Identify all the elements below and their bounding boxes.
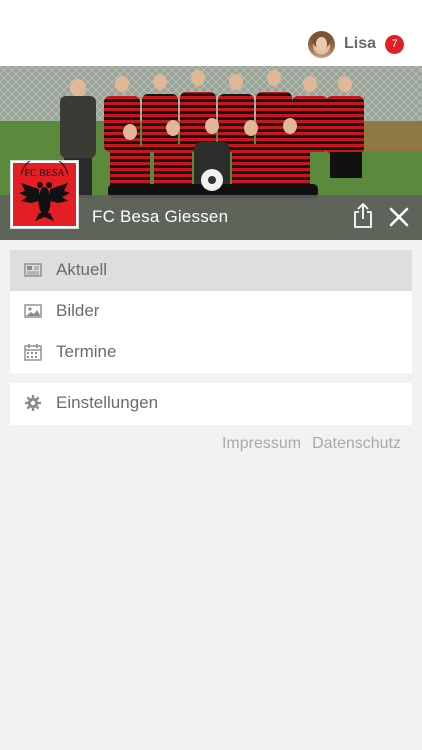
main-menu: Aktuell Bilder Termine [10,250,412,373]
menu-item-einstellungen[interactable]: Einstellungen [10,383,412,424]
top-bar: Lisa 7 [0,0,422,66]
menu-item-label: Termine [56,342,117,361]
datenschutz-link[interactable]: Datenschutz [312,435,401,453]
impressum-link[interactable]: Impressum [222,435,301,453]
settings-menu: Einstellungen [10,383,412,425]
close-icon [389,207,409,227]
club-name: FC Besa Giessen [92,207,229,226]
menu-item-label: Einstellungen [56,393,159,412]
menu-item-label: Aktuell [56,260,108,279]
footer-links: Impressum Datenschutz [222,435,401,453]
menu-item-termine[interactable]: Termine [10,332,412,373]
gear-icon [25,395,41,411]
user-avatar[interactable] [307,30,335,58]
close-button[interactable] [386,203,412,231]
share-icon [354,203,372,228]
image-icon [24,304,42,318]
svg-text:FC BESA: FC BESA [24,168,65,179]
notification-badge[interactable]: 7 [385,34,404,54]
newspaper-icon [24,263,42,277]
menu-item-aktuell[interactable]: Aktuell [10,250,412,291]
club-logo: FC BESA [10,155,79,229]
user-menu[interactable]: Lisa 7 [307,30,404,58]
calendar-icon [24,344,42,361]
menu-item-bilder[interactable]: Bilder [10,291,412,332]
user-name[interactable]: Lisa [344,35,376,53]
share-button[interactable] [350,201,376,231]
menu-item-label: Bilder [56,301,100,320]
